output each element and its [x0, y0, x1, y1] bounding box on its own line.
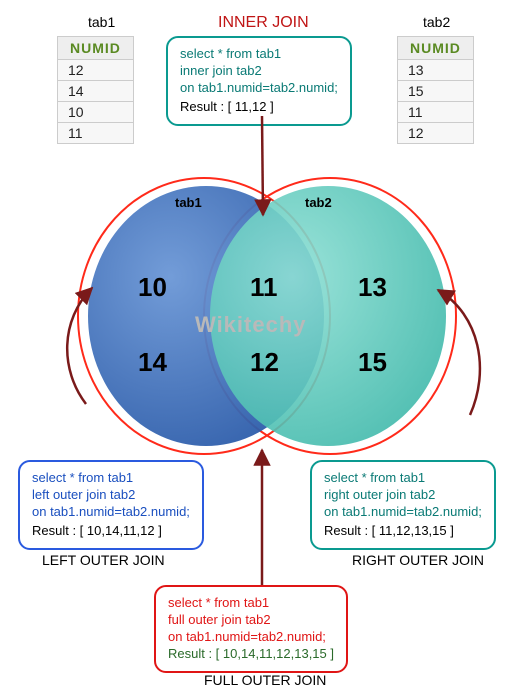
- query-line: full outer join tab2: [168, 612, 334, 629]
- venn-value: 13: [358, 272, 387, 303]
- venn-value: 15: [358, 347, 387, 378]
- venn-value: 10: [138, 272, 167, 303]
- left-outer-bubble: select * from tab1 left outer join tab2 …: [18, 460, 204, 550]
- venn-right-label: tab2: [305, 195, 332, 210]
- venn-value: 12: [250, 347, 279, 378]
- watermark: Wikitechy: [195, 312, 307, 338]
- query-line: on tab1.numid=tab2.numid;: [32, 504, 190, 521]
- query-line: select * from tab1: [324, 470, 482, 487]
- venn-value: 11: [250, 272, 278, 303]
- query-result: Result : [ 10,14,11,12 ]: [32, 523, 190, 540]
- left-outer-title: LEFT OUTER JOIN: [42, 552, 165, 568]
- query-line: right outer join tab2: [324, 487, 482, 504]
- full-outer-title: FULL OUTER JOIN: [204, 672, 326, 688]
- venn-value: 14: [138, 347, 167, 378]
- query-line: on tab1.numid=tab2.numid;: [168, 629, 334, 646]
- venn-left-label: tab1: [175, 195, 202, 210]
- query-result: Result : [ 11,12,13,15 ]: [324, 523, 482, 540]
- query-line: select * from tab1: [168, 595, 334, 612]
- query-line: on tab1.numid=tab2.numid;: [324, 504, 482, 521]
- query-line: select * from tab1: [32, 470, 190, 487]
- full-outer-bubble: select * from tab1 full outer join tab2 …: [154, 585, 348, 673]
- diagram-stage: tab1 INNER JOIN tab2 NUMID 12 14 10 11 N…: [0, 0, 525, 694]
- right-outer-bubble: select * from tab1 right outer join tab2…: [310, 460, 496, 550]
- query-result: Result : [ 10,14,11,12,13,15 ]: [168, 646, 334, 663]
- query-line: left outer join tab2: [32, 487, 190, 504]
- right-outer-title: RIGHT OUTER JOIN: [352, 552, 484, 568]
